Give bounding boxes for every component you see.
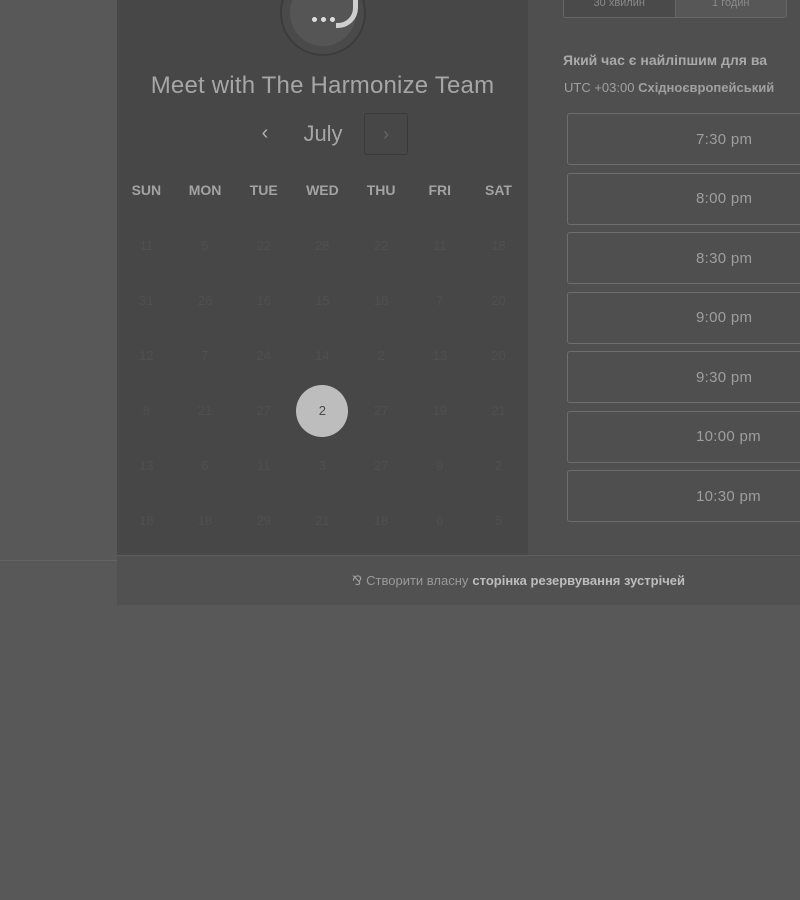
month-label: July	[303, 121, 343, 146]
calendar-day: 13	[139, 458, 154, 473]
timezone-name: Східноєвропейський	[638, 80, 775, 95]
calendar-week: 31 26 16 15 18 7 20	[117, 273, 528, 328]
month-navigation: ‹ July ›	[117, 113, 528, 155]
calendar-day: 8	[142, 403, 150, 418]
duration-option-30min[interactable]: 30 хвилин	[564, 0, 676, 17]
calendar-day: 18	[197, 513, 213, 528]
footer: ⅋ Створити власну сторінка резервування …	[117, 555, 800, 605]
time-slot-button[interactable]: 7:30 pm	[567, 113, 800, 165]
calendar-day: 11	[256, 458, 271, 473]
chevron-right-icon[interactable]: ›	[364, 113, 408, 155]
calendar-day: 2	[377, 348, 385, 363]
calendar-day: 18	[491, 238, 506, 253]
page-background-lower	[0, 605, 800, 900]
footer-text: Створити власну	[366, 573, 469, 588]
calendar-week: 8 21 27 2 27 19 21	[117, 383, 528, 438]
calendar-day-selected[interactable]: 2	[293, 383, 352, 438]
time-slot-button[interactable]: 10:30 pm	[567, 470, 800, 522]
time-question: Який час є найліпшим для ва	[563, 52, 768, 68]
weekday-label: WED	[306, 182, 339, 198]
chevron-left-icon[interactable]: ‹	[250, 119, 280, 149]
calendar-week: 18 18 29 21 18 6 5	[117, 493, 528, 548]
calendar-day: 16	[256, 293, 271, 308]
footer-link[interactable]: сторінка резервування зустрічей	[472, 573, 685, 588]
calendar-day: 9	[436, 458, 444, 473]
weekday-label: FRI	[428, 182, 452, 198]
time-slot-button[interactable]: 8:00 pm	[567, 172, 800, 225]
calendar-day: 27	[256, 403, 271, 418]
weekday-label: TUE	[249, 182, 278, 198]
calendar-day: 21	[315, 513, 330, 528]
selected-day-label: 2	[296, 384, 349, 437]
calendar-grid: 11 5 22 28 22 11 18 31 26 16 15 18 7 20 …	[117, 218, 528, 548]
calendar-day: 22	[373, 238, 389, 253]
weekday-label: SAT	[484, 182, 512, 198]
calendar-day: 11	[433, 238, 447, 253]
page-background-left	[0, 0, 117, 605]
weekday-label: THU	[366, 182, 396, 198]
time-slot-list: 7:30 pm 8:00 pm 8:30 pm 9:00 pm 9:30 pm …	[567, 113, 800, 530]
chat-bubble-icon	[290, 0, 358, 46]
calendar-day: 19	[432, 403, 448, 418]
time-slot-button[interactable]: 8:30 pm	[567, 232, 800, 284]
duration-option-1hour[interactable]: 1 годин	[675, 0, 786, 17]
calendar-panel: Meet with The Harmonize Team ‹ July › SU…	[117, 0, 528, 555]
weekday-header: SUN MON TUE WED THU FRI SAT	[117, 182, 528, 198]
calendar-week: 11 5 22 28 22 11 18	[117, 218, 528, 273]
calendar-day: 18	[373, 293, 389, 308]
calendar-day: 24	[256, 348, 271, 363]
calendar-day: 28	[315, 238, 330, 253]
calendar-day: 2	[494, 458, 503, 473]
calendar-day: 12	[139, 348, 154, 363]
calendar-day: 3	[318, 458, 327, 473]
avatar	[280, 0, 366, 56]
calendar-day: 18	[373, 513, 389, 528]
calendar-week: 13 6 11 3 27 9 2	[117, 438, 528, 493]
calendar-day: 15	[315, 293, 330, 308]
calendar-day: 7	[436, 293, 444, 308]
calendar-day: 20	[491, 348, 506, 363]
time-slot-button[interactable]: 10:00 pm	[567, 410, 800, 463]
weekday-label: SUN	[131, 182, 162, 198]
calendar-day: 27	[373, 403, 389, 418]
sprocket-icon: ⅋	[352, 572, 363, 588]
calendar-day: 20	[491, 293, 506, 308]
calendar-day: 6	[436, 513, 444, 528]
calendar-day: 27	[373, 458, 389, 473]
calendar-day: 26	[197, 293, 213, 308]
calendar-day: 29	[256, 513, 271, 528]
weekday-label: MON	[188, 182, 222, 198]
duration-toggle: 30 хвилин 1 годин	[563, 0, 787, 18]
calendar-day: 14	[315, 348, 330, 363]
calendar-day: 5	[494, 513, 503, 528]
page-title: Meet with The Harmonize Team	[150, 72, 495, 99]
calendar-day: 6	[201, 458, 209, 473]
calendar-week: 12 7 24 14 2 13 20	[117, 328, 528, 383]
timezone-selector[interactable]: UTC +03:00 Східноєвропейський	[564, 80, 774, 95]
calendar-day: 5	[201, 238, 209, 253]
calendar-day: 11	[139, 238, 154, 253]
time-slot-button[interactable]: 9:30 pm	[567, 351, 800, 403]
time-slot-panel: 30 хвилин 1 годин Який час є найліпшим д…	[528, 0, 800, 555]
calendar-day: 21	[491, 403, 506, 418]
calendar-day: 18	[139, 513, 154, 528]
timezone-offset: UTC +03:00	[564, 80, 635, 95]
calendar-day: 22	[256, 238, 271, 253]
calendar-day: 31	[139, 293, 154, 308]
time-slot-button[interactable]: 9:00 pm	[567, 291, 800, 344]
calendar-day: 7	[201, 348, 209, 363]
calendar-day: 21	[197, 403, 213, 418]
calendar-day: 13	[432, 348, 448, 363]
